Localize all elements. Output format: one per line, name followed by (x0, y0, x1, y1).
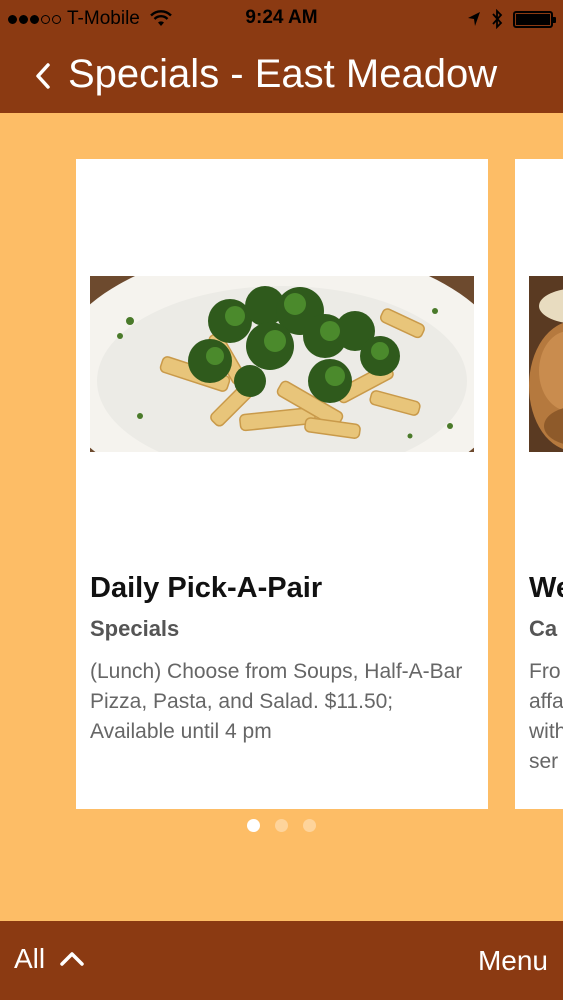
special-description-line: with (529, 720, 563, 743)
special-description: (Lunch) Choose from Soups, Half-A-Bar Pi… (90, 660, 463, 743)
special-image (90, 276, 474, 452)
bluetooth-icon (492, 9, 503, 29)
chevron-up-icon (60, 952, 84, 966)
page-dot-active[interactable] (247, 819, 260, 832)
filter-label: All (14, 943, 46, 974)
menu-button[interactable]: Menu (478, 945, 548, 977)
battery-icon (513, 10, 556, 28)
special-image (529, 276, 563, 452)
bread-bowl-image (529, 276, 563, 452)
special-description: Fro affa with ser (529, 657, 563, 777)
page-indicator[interactable] (0, 819, 563, 832)
special-title: Daily Pick-A-Pair (90, 572, 323, 604)
special-title: We (529, 572, 563, 604)
page-dot[interactable] (275, 819, 288, 832)
chevron-left-icon (36, 63, 50, 89)
special-description-line: ser (529, 750, 559, 773)
pasta-broccoli-image (90, 276, 474, 452)
page-title: Specials - East Meadow (68, 52, 498, 96)
special-card[interactable]: Daily Pick-A-Pair Specials (Lunch) Choos… (76, 159, 488, 809)
page-dot[interactable] (303, 819, 316, 832)
battery-fill (516, 13, 550, 25)
location-arrow-icon (468, 12, 480, 26)
special-description-line: Fro (529, 660, 561, 683)
back-button[interactable] (28, 56, 58, 96)
footer-bar: All Menu (0, 921, 563, 1000)
nav-bar: Specials - East Meadow (0, 38, 563, 113)
special-description-line: affa (529, 690, 563, 713)
special-category: Ca (529, 616, 558, 641)
status-right (467, 9, 556, 29)
specials-carousel[interactable]: Daily Pick-A-Pair Specials (Lunch) Choos… (0, 113, 563, 921)
special-category: Specials (90, 616, 180, 641)
header: T-Mobile 9:24 AM Specials - East Meadow (0, 0, 563, 113)
status-bar: T-Mobile 9:24 AM (0, 0, 563, 38)
special-card[interactable]: We Ca Fro affa with ser (515, 159, 563, 809)
filter-all-button[interactable]: All (14, 943, 85, 975)
